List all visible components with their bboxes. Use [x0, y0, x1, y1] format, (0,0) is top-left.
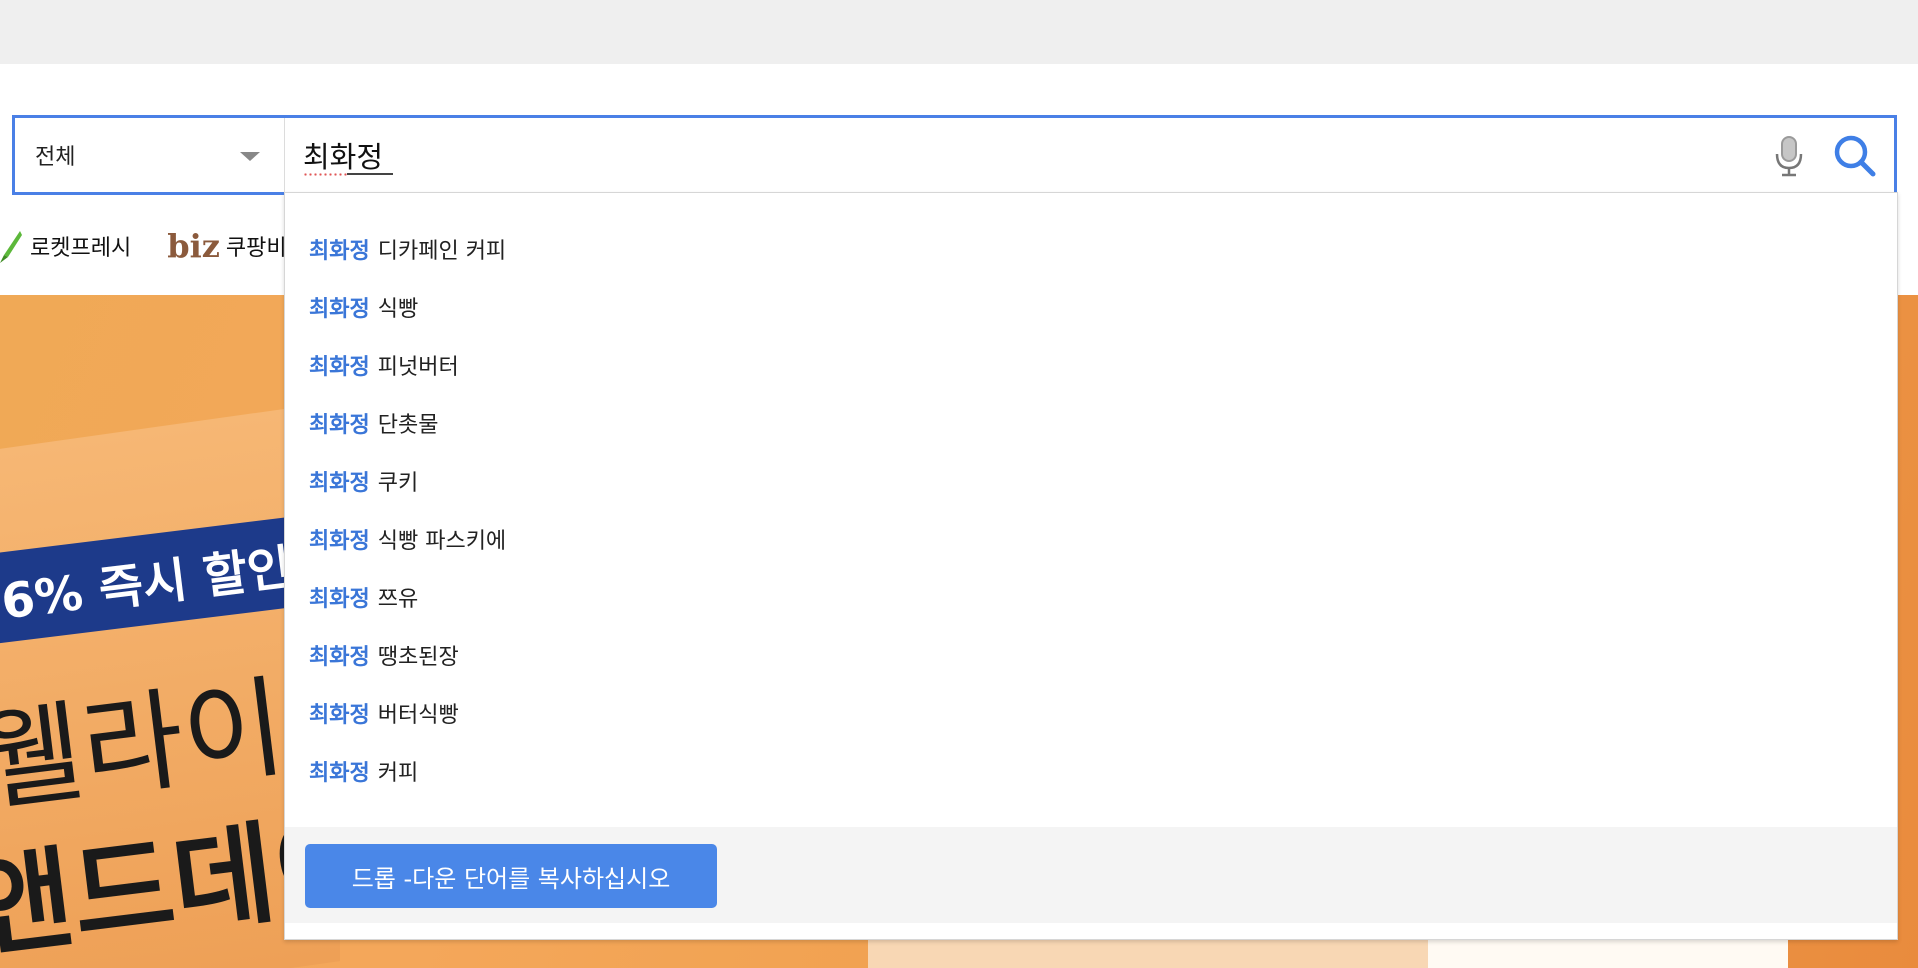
- copy-dropdown-words-button[interactable]: 드롭 -다운 단어를 복사하십시오: [305, 844, 717, 908]
- autocomplete-dropdown: 최화정 디카페인 커피 최화정 식빵 최화정 피넛버터 최화정 단촛물 최화정 …: [284, 192, 1898, 940]
- suggestion-rest: 쿠키: [377, 471, 419, 496]
- microphone-icon[interactable]: [1769, 134, 1809, 178]
- quick-link-rocket-fresh[interactable]: 로켓프레시: [0, 229, 131, 263]
- ime-underline: [347, 173, 393, 175]
- suggestion-rest: 디카페인 커피: [377, 239, 507, 264]
- category-label: 전체: [35, 145, 76, 170]
- suggestion-match: 최화정: [309, 297, 370, 322]
- suggestion-rest: 식빵 파스키에: [377, 529, 507, 554]
- suggestion-rest: 커피: [377, 761, 419, 786]
- suggestion-rest: 식빵: [377, 297, 419, 322]
- suggestion-item[interactable]: 최화정 커피: [309, 751, 418, 791]
- search-icon[interactable]: [1831, 132, 1879, 180]
- page: 전체 로켓프레시: [0, 0, 1918, 968]
- rocket-icon: [0, 231, 22, 263]
- suggestion-item[interactable]: 최화정 디카페인 커피: [309, 229, 506, 269]
- suggestion-match: 최화정: [309, 239, 370, 264]
- suggestion-match: 최화정: [309, 529, 370, 554]
- suggestion-item[interactable]: 최화정 단촛물: [309, 403, 438, 443]
- suggestion-item[interactable]: 최화정 버터식빵: [309, 693, 459, 733]
- biz-logo: biz: [167, 227, 220, 265]
- quick-link-label: 로켓프레시: [30, 236, 132, 261]
- suggestion-rest: 쯔유: [377, 587, 419, 612]
- suggestion-match: 최화정: [309, 413, 370, 438]
- suggestion-match: 최화정: [309, 587, 370, 612]
- suggestion-match: 최화정: [309, 761, 370, 786]
- suggestion-item[interactable]: 최화정 쿠키: [309, 461, 418, 501]
- top-strip: [0, 0, 1918, 64]
- suggestion-item[interactable]: 최화정 땡초된장: [309, 635, 459, 675]
- suggestion-match: 최화정: [309, 645, 370, 670]
- suggestion-rest: 피넛버터: [377, 355, 459, 380]
- suggestion-item[interactable]: 최화정 쯔유: [309, 577, 418, 617]
- suggestion-match: 최화정: [309, 703, 370, 728]
- dropdown-footer: 드롭 -다운 단어를 복사하십시오: [285, 827, 1897, 923]
- spellcheck-underline: [303, 173, 347, 176]
- category-select[interactable]: 전체: [15, 118, 285, 192]
- suggestion-match: 최화정: [309, 471, 370, 496]
- suggestion-rest: 버터식빵: [377, 703, 459, 728]
- suggestion-rest: 단촛물: [377, 413, 439, 438]
- caret-down-icon: [240, 152, 260, 161]
- suggestion-item[interactable]: 최화정 식빵 파스키에: [309, 519, 506, 559]
- suggestion-rest: 땡초된장: [377, 645, 459, 670]
- search-bar: 전체: [12, 115, 1897, 195]
- search-input[interactable]: [285, 118, 1725, 192]
- suggestion-item[interactable]: 최화정 피넛버터: [309, 345, 459, 385]
- suggestion-item[interactable]: 최화정 식빵: [309, 287, 418, 327]
- suggestion-match: 최화정: [309, 355, 370, 380]
